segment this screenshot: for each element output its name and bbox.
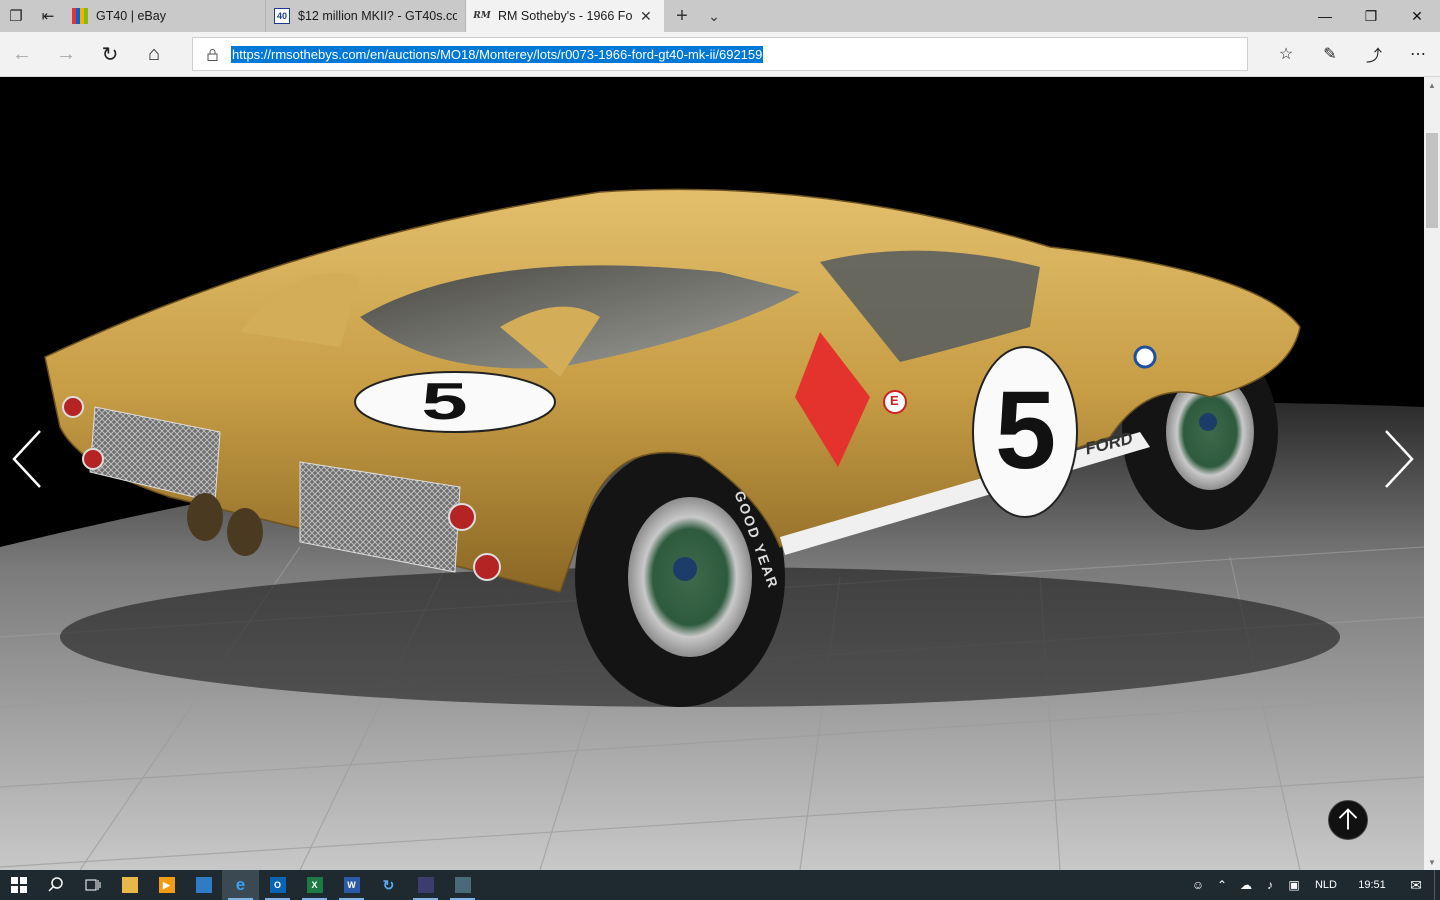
show-desktop-button[interactable] (1434, 870, 1440, 900)
volume-icon[interactable]: ♪ (1258, 878, 1282, 892)
previous-image-arrow-icon[interactable] (8, 427, 48, 491)
tab-title: RM Sotheby's - 1966 Fo (498, 9, 633, 23)
refresh-button[interactable]: ↻ (88, 32, 132, 76)
url-text[interactable]: https://rmsothebys.com/en/auctions/MO18/… (231, 45, 764, 63)
tab-rm-sothebys[interactable]: RM RM Sotheby's - 1966 Fo ✕ (466, 0, 664, 32)
system-tray: ☺ ⌃ ☁ ♪ ▣ NLD 19:51 ✉ (1186, 870, 1440, 900)
lock-icon[interactable] (193, 48, 231, 61)
chevron-down-icon[interactable]: ⌄ (700, 0, 728, 32)
media-player-icon[interactable]: ▶ (148, 870, 185, 900)
restore-button[interactable]: ❐ (1348, 0, 1394, 32)
tab-strip: ❐ ⇤ GT40 | eBay 40 $12 million MKII? - G… (0, 0, 1440, 32)
tab-title: $12 million MKII? - GT40s.co (298, 9, 457, 23)
outlook-icon[interactable]: O (259, 870, 296, 900)
gt40s-icon: 40 (274, 8, 290, 24)
ebay-icon (72, 8, 88, 24)
rm-sothebys-icon: RM (473, 11, 491, 21)
share-icon[interactable]: ⤴ (1352, 32, 1396, 76)
pen-icon[interactable]: ✎ (1308, 32, 1352, 76)
scroll-down-icon[interactable]: ▼ (1424, 854, 1440, 870)
favorites-star-icon[interactable]: ☆ (1264, 32, 1308, 76)
set-aside-tabs-icon[interactable]: ⇤ (32, 0, 64, 32)
windows-taskbar: ▶ e O X W ↻ ☺ ⌃ ☁ ♪ ▣ NLD 19:51 ✉ (0, 870, 1440, 900)
e-badge-decal: E (890, 393, 899, 408)
app-icon[interactable] (407, 870, 444, 900)
tab-title: GT40 | eBay (96, 9, 166, 23)
file-explorer-icon[interactable] (111, 870, 148, 900)
edge-icon[interactable]: e (222, 870, 259, 900)
navigation-bar: ← → ↻ ⌂ https://rmsothebys.com/en/auctio… (0, 32, 1440, 77)
scroll-to-top-button[interactable] (1328, 800, 1368, 840)
image-gallery: 5 5 FORD GOOD YEAR E (0, 77, 1424, 870)
minimize-button[interactable]: — (1302, 0, 1348, 32)
people-icon[interactable]: ☺ (1186, 878, 1210, 892)
page-scrollbar[interactable]: ▲ ▼ (1424, 77, 1440, 870)
tab-actions-icon[interactable]: ❐ (0, 0, 32, 32)
clock[interactable]: 19:51 (1346, 879, 1398, 891)
network-icon[interactable]: ▣ (1282, 878, 1306, 892)
car-photo (0, 188, 1424, 870)
close-tab-icon[interactable]: ✕ (640, 8, 656, 25)
chevron-up-icon[interactable]: ⌃ (1210, 878, 1234, 892)
back-button[interactable]: ← (0, 32, 44, 76)
excel-icon[interactable]: X (296, 870, 333, 900)
word-icon[interactable]: W (333, 870, 370, 900)
tab-ebay[interactable]: GT40 | eBay (64, 0, 266, 32)
scroll-thumb[interactable] (1426, 133, 1438, 228)
rear-number-decal: 5 (421, 373, 468, 431)
scroll-up-icon[interactable]: ▲ (1424, 77, 1440, 93)
weather-icon[interactable]: ☁ (1234, 878, 1258, 892)
more-icon[interactable]: ⋯ (1396, 32, 1440, 76)
close-window-button[interactable]: ✕ (1394, 0, 1440, 32)
home-button[interactable]: ⌂ (132, 32, 176, 76)
search-icon[interactable] (37, 870, 74, 900)
address-bar[interactable]: https://rmsothebys.com/en/auctions/MO18/… (192, 37, 1248, 71)
calculator-icon[interactable] (185, 870, 222, 900)
new-tab-button[interactable]: + (664, 0, 700, 32)
task-view-icon[interactable] (74, 870, 111, 900)
windows-start-icon[interactable] (0, 870, 37, 900)
app2-icon[interactable] (444, 870, 481, 900)
tab-gt40s[interactable]: 40 $12 million MKII? - GT40s.co (266, 0, 466, 32)
notifications-icon[interactable]: ✉ (1398, 877, 1434, 894)
language-indicator[interactable]: NLD (1306, 879, 1346, 891)
window-controls: — ❐ ✕ (1302, 0, 1440, 32)
side-number-decal: 5 (995, 369, 1057, 492)
forward-button[interactable]: → (44, 32, 88, 76)
next-image-arrow-icon[interactable] (1378, 427, 1418, 491)
sync-icon[interactable]: ↻ (370, 870, 407, 900)
